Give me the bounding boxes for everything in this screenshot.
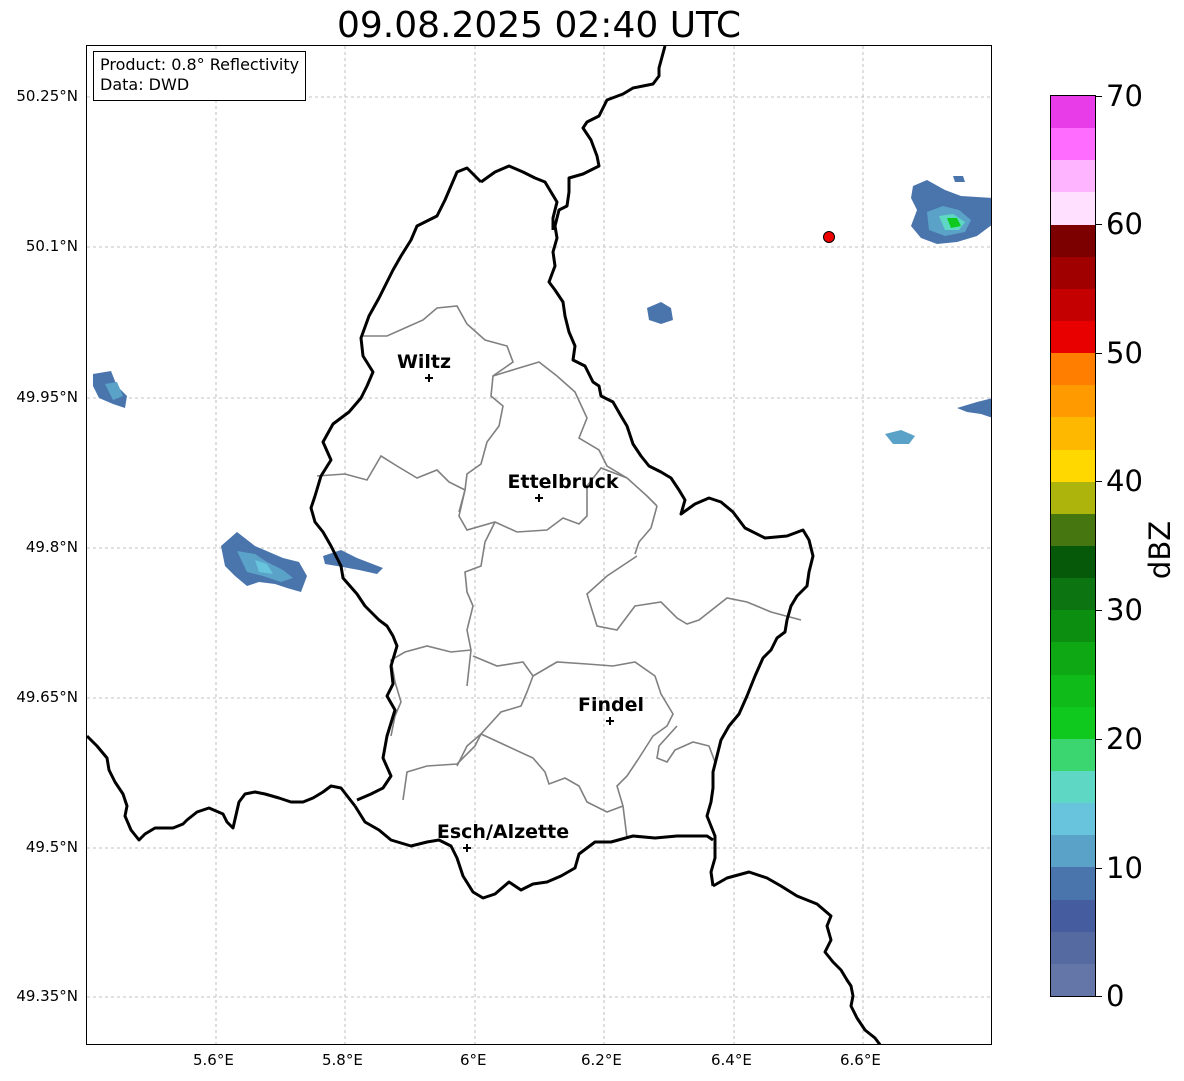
echo-cell-north-center (647, 302, 673, 324)
city-marker-findel (606, 717, 614, 725)
colorbar-swatch (1051, 353, 1095, 386)
city-label-ettelbruck: Ettelbruck (507, 471, 619, 493)
colorbar-swatch (1051, 771, 1095, 804)
radar-site-marker (823, 231, 835, 243)
lat-label-49-50: 49.5°N (25, 838, 78, 856)
colorbar-tick (1096, 868, 1102, 869)
map-title: 09.08.2025 02:40 UTC (336, 5, 742, 46)
radar-map[interactable] (86, 45, 992, 1045)
lat-label-49-65: 49.65°N (16, 688, 78, 706)
colorbar-swatch (1051, 224, 1095, 257)
lon-label-6-6: 6.6°E (840, 1051, 881, 1069)
colorbar-label-30: 30 (1106, 593, 1143, 627)
lat-label-49-80: 49.8°N (25, 538, 78, 556)
colorbar-swatch (1051, 96, 1095, 129)
colorbar-swatch (1051, 128, 1095, 161)
colorbar-label-50: 50 (1106, 336, 1143, 370)
colorbar-swatch (1051, 835, 1095, 868)
colorbar-swatch (1051, 449, 1095, 482)
lon-label-6-4: 6.4°E (711, 1051, 752, 1069)
colorbar-swatch (1051, 931, 1095, 964)
colorbar-swatch (1051, 513, 1095, 547)
city-label-esch-alzette: Esch/Alzette (436, 821, 570, 843)
colorbar-swatch (1051, 738, 1095, 772)
colorbar-tick (1096, 739, 1102, 740)
echo-cluster-east (885, 398, 991, 444)
lat-label-49-35: 49.35°N (16, 987, 78, 1005)
colorbar-swatch (1051, 160, 1095, 193)
colorbar-label-0: 0 (1106, 979, 1125, 1013)
colorbar-swatch (1051, 803, 1095, 836)
colorbar-tick (1096, 353, 1102, 354)
colorbar-tick (1096, 610, 1102, 611)
lat-label-49-95: 49.95°N (16, 388, 78, 406)
colorbar-label-10: 10 (1106, 851, 1143, 885)
colorbar (1050, 95, 1096, 997)
city-marker-wiltz (425, 374, 433, 382)
colorbar-swatch (1051, 610, 1095, 643)
colorbar-unit-label: dBZ (1143, 520, 1177, 580)
product-info-box: Product: 0.8° Reflectivity Data: DWD (93, 51, 307, 101)
colorbar-tick (1096, 224, 1102, 225)
colorbar-swatch (1051, 578, 1095, 611)
lat-label-50-25: 50.25°N (16, 87, 78, 105)
colorbar-swatch (1051, 256, 1095, 289)
city-marker-esch-alzette (463, 844, 471, 852)
colorbar-label-60: 60 (1106, 207, 1143, 241)
colorbar-swatch (1051, 899, 1095, 932)
colorbar-label-20: 20 (1106, 722, 1143, 756)
colorbar-tick (1096, 481, 1102, 482)
colorbar-swatch (1051, 321, 1095, 354)
city-marker-ettelbruck (535, 494, 543, 502)
colorbar-swatch (1051, 417, 1095, 450)
colorbar-swatch (1051, 642, 1095, 675)
echo-cell-west-edge (93, 371, 127, 408)
lon-label-6-2: 6.2°E (581, 1051, 622, 1069)
canton-borders (316, 305, 802, 839)
colorbar-swatch (1051, 706, 1095, 739)
product-text: Product: 0.8° Reflectivity (100, 55, 300, 74)
lon-label-5-8: 5.8°E (322, 1051, 363, 1069)
colorbar-label-40: 40 (1106, 464, 1143, 498)
lon-label-6-0: 6°E (460, 1051, 487, 1069)
colorbar-label-70: 70 (1106, 79, 1143, 113)
colorbar-swatch (1051, 674, 1095, 707)
colorbar-tick (1096, 96, 1102, 97)
colorbar-swatch (1051, 288, 1095, 322)
colorbar-swatch (1051, 481, 1095, 514)
colorbar-swatch (1051, 867, 1095, 900)
colorbar-swatch (1051, 385, 1095, 418)
echo-cluster-southwest (221, 532, 383, 592)
colorbar-swatch (1051, 192, 1095, 225)
map-canvas (87, 46, 991, 1044)
data-source-text: Data: DWD (100, 75, 190, 94)
city-label-findel: Findel (577, 694, 645, 716)
colorbar-swatch (1051, 546, 1095, 579)
lat-label-50-10: 50.1°N (25, 237, 78, 255)
city-label-wiltz: Wiltz (396, 351, 452, 373)
lon-label-5-6: 5.6°E (193, 1051, 234, 1069)
echo-cluster-northeast (911, 176, 991, 244)
colorbar-tick (1096, 996, 1102, 997)
colorbar-swatch (1051, 963, 1095, 996)
